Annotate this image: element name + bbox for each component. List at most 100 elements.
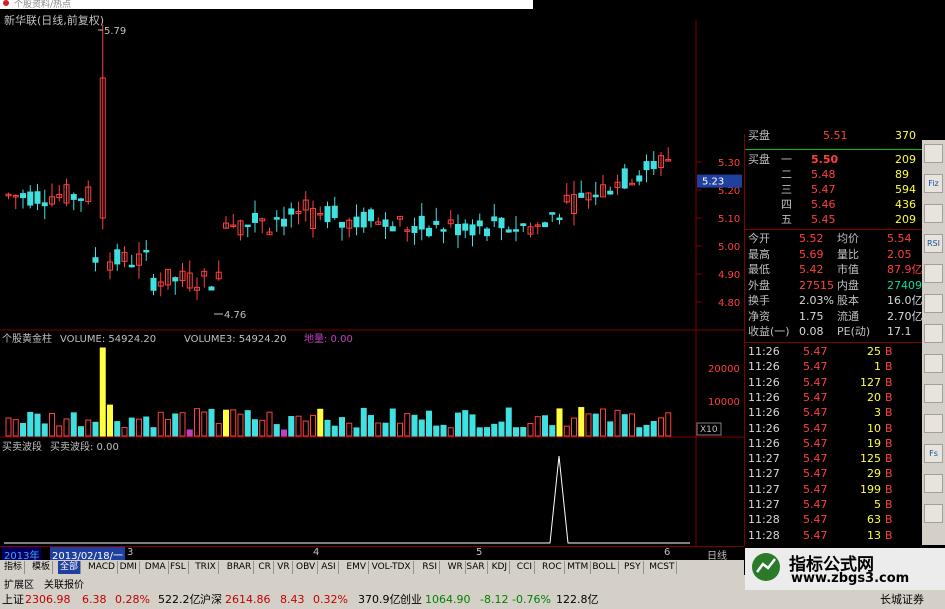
tab-vol-tdx[interactable]: VOL-TDX: [370, 561, 414, 574]
tab-cci[interactable]: CCI: [515, 561, 536, 574]
tab-wr[interactable]: WR: [446, 561, 466, 574]
tab-emv[interactable]: EMV: [344, 561, 369, 574]
buy-level-4[interactable]: 四 5.46 436: [745, 197, 923, 212]
volume-bar: [556, 408, 563, 437]
volume-bar: [49, 412, 55, 437]
side-tool-button[interactable]: [924, 384, 943, 403]
kline-chart[interactable]: 5.30 5.20 5.10 5.00 4.90 4.80 5.23 5.79 4.76 个股黄金…: [0, 0, 744, 546]
tick-row[interactable]: 11:26 5.47 25 B: [745, 344, 923, 359]
quote-row[interactable]: 最高 5.69 量比 2.05: [745, 247, 923, 262]
quote-label: 股本: [837, 294, 859, 307]
side-tool-button[interactable]: [924, 324, 943, 343]
partial-top-row[interactable]: 买盘 5.51 370: [745, 128, 923, 143]
quote-row[interactable]: 换手 2.03% 股本 16.0亿: [745, 293, 923, 308]
tab-dma[interactable]: DMA: [143, 561, 169, 574]
tick-row[interactable]: 11:26 5.47 19 B: [745, 436, 923, 451]
quote-row[interactable]: 收益(一) 0.08 PE(动) 17.1: [745, 324, 923, 339]
tab-extension-area[interactable]: 扩展区: [4, 576, 34, 591]
tick-row[interactable]: 11:26 5.47 10 B: [745, 421, 923, 436]
buy-level-3[interactable]: 三 5.47 594: [745, 182, 923, 197]
tab-mcst[interactable]: MCST: [647, 561, 678, 574]
candle-body: [27, 191, 34, 206]
tick-price: 5.47: [803, 436, 828, 450]
tick-time: 11:27: [748, 452, 780, 466]
tick-row[interactable]: 11:26 5.47 127 B: [745, 375, 923, 390]
quote-row[interactable]: 今开 5.52 均价 5.54: [745, 231, 923, 246]
volume-bar: [223, 409, 229, 437]
volume-bar: [665, 412, 672, 437]
candle-body: [418, 215, 425, 230]
candle-body: [360, 211, 367, 228]
side-tool-button[interactable]: [924, 294, 943, 313]
tab-trix[interactable]: TRIX: [193, 561, 219, 574]
candle-body: [643, 161, 650, 171]
side-tool-button[interactable]: [924, 144, 943, 163]
tick-row[interactable]: 11:27 5.47 125 B: [745, 451, 923, 466]
tab-指标[interactable]: 指标: [2, 561, 26, 574]
buy-level-1[interactable]: 买盘一 5.50 209: [745, 152, 923, 167]
side-tool-button[interactable]: [924, 204, 943, 223]
tab-vr[interactable]: VR: [275, 561, 293, 574]
buy-level-vol: 209: [895, 213, 916, 226]
tick-row[interactable]: 11:28 5.47 13 B: [745, 528, 923, 543]
tab-brar[interactable]: BRAR: [225, 561, 255, 574]
candle-body: [505, 229, 512, 233]
side-tool-button[interactable]: [924, 354, 943, 373]
volume-bar: [295, 415, 302, 437]
candle-body: [288, 208, 295, 215]
tick-row[interactable]: 11:27 5.47 29 B: [745, 466, 923, 481]
volume-bar: [121, 426, 128, 437]
volume-bar: [643, 424, 650, 437]
cy-label: 创业: [400, 593, 422, 606]
side-tool-button[interactable]: [924, 504, 943, 523]
tab-全部[interactable]: 全部: [58, 561, 82, 574]
buy-level-5[interactable]: 五 5.45 209: [745, 212, 923, 227]
tab-related-quote[interactable]: 关联报价: [44, 576, 84, 591]
side-tool-button[interactable]: Fs: [924, 444, 943, 463]
volume-bar: [136, 418, 142, 437]
tab-模板[interactable]: 模板: [30, 561, 54, 574]
quote-row[interactable]: 最低 5.42 市值 87.9亿: [745, 262, 923, 277]
side-tool-button[interactable]: [924, 474, 943, 493]
tab-obv[interactable]: OBV: [294, 561, 319, 574]
candle-body: [592, 194, 599, 198]
tab-mtm[interactable]: MTM: [565, 561, 592, 574]
tab-dmi[interactable]: DMI: [118, 561, 140, 574]
tick-row[interactable]: 11:27 5.47 5 B: [745, 497, 923, 512]
tab-asi[interactable]: ASI: [319, 561, 339, 574]
side-tool-button[interactable]: [924, 264, 943, 283]
side-tool-button[interactable]: RSI: [924, 234, 943, 253]
volume-bar: [549, 425, 556, 437]
tick-row[interactable]: 11:26 5.47 20 B: [745, 390, 923, 405]
quote-value: 17.1: [887, 325, 912, 338]
candle-body: [621, 168, 628, 189]
candle-body: [455, 223, 461, 236]
cy-value: 1064.90: [425, 593, 471, 606]
tick-row[interactable]: 11:26 5.47 1 B: [745, 359, 923, 374]
volume-bar: [368, 415, 374, 437]
tick-row[interactable]: 11:28 5.47 63 B: [745, 512, 923, 527]
tick-row[interactable]: 11:27 5.47 199 B: [745, 482, 923, 497]
tab-cr[interactable]: CR: [256, 561, 274, 574]
tab-sar[interactable]: SAR: [464, 561, 488, 574]
volume-bar: [114, 421, 121, 437]
tab-boll[interactable]: BOLL: [590, 561, 619, 574]
tab-rsi[interactable]: RSI: [420, 561, 441, 574]
tick-row[interactable]: 11:26 5.47 3 B: [745, 405, 923, 420]
candle-body: [426, 227, 432, 237]
buy-level-2[interactable]: 二 5.48 89: [745, 167, 923, 182]
tab-macd[interactable]: MACD: [86, 561, 118, 574]
quote-row[interactable]: 外盘 27515 内盘 27409: [745, 278, 923, 293]
tab-fsl[interactable]: FSL: [168, 561, 189, 574]
tab-psy[interactable]: PSY: [622, 561, 644, 574]
wave-value: 买卖波段: 0.00: [50, 440, 119, 453]
side-tool-button[interactable]: Fiz: [924, 174, 943, 193]
tab-kdj[interactable]: KDJ: [490, 561, 511, 574]
side-tool-button[interactable]: [924, 414, 943, 433]
volume-bar: [353, 427, 360, 437]
quote-row[interactable]: 净资 1.75 流通 2.70亿: [745, 309, 923, 324]
volume-bar: [99, 347, 106, 437]
tab-roc[interactable]: ROC: [540, 561, 565, 574]
volume-bar: [317, 408, 324, 437]
volume-bar: [411, 414, 418, 437]
